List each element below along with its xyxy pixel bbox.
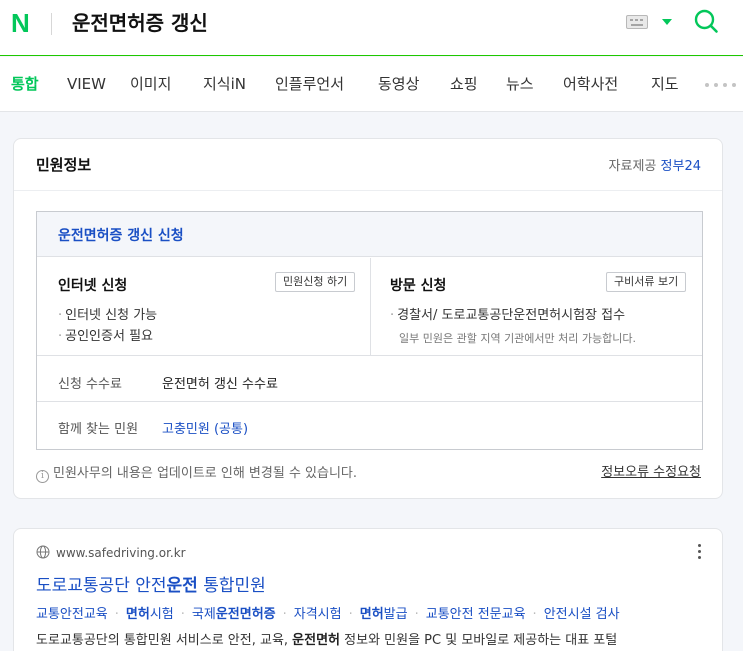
visit-apply-title: 방문 신청 [390,278,447,294]
separator-dot: · [180,607,185,622]
update-notice: i 민원사무의 내용은 업데이트로 인해 변경될 수 있습니다. [36,462,357,483]
logo-divider [51,13,52,35]
naver-logo[interactable]: N [11,10,30,36]
data-source: 자료제공 정부24 [609,155,701,174]
sitelink-license-issue[interactable]: 면허발급 [360,607,408,622]
internet-bullet-2: 공인인증서 필요 [58,325,153,344]
result-title-part: 통합민원 [197,576,266,596]
tab-map[interactable]: 지도 [651,74,679,94]
separator-dot: · [114,607,119,622]
visit-bullet-1: 경찰서/ 도로교통공단운전면허시험장 접수 [390,304,625,323]
application-title[interactable]: 운전면허증 갱신 신청 [58,225,184,245]
sitelinks: 교통안전교육 · 면허시험 · 국제운전면허증 · 자격시험 · 면허발급 · 교통안전 전문교육 ·… [36,603,620,622]
result-snippet: 도로교통공단의 통합민원 서비스로 안전, 교육, 운전면허 정보와 민원을 P… [36,629,617,648]
keyboard-icon[interactable] [626,15,648,29]
related-label: 함께 찾는 민원 [58,422,139,437]
more-options-icon[interactable] [698,544,702,559]
tab-video[interactable]: 동영상 [378,74,419,94]
search-query[interactable]: 운전면허증 갱신 [72,9,208,37]
tab-influencer[interactable]: 인플루언서 [275,74,344,94]
tab-shopping[interactable]: 쇼핑 [450,74,478,94]
caret-down-icon[interactable] [662,19,672,25]
result-site-url: www.safedriving.or.kr [56,546,186,560]
tab-dictionary[interactable]: 어학사전 [563,74,618,94]
fee-label: 신청 수수료 [58,377,122,392]
related-link[interactable]: 고충민원 (공통) [162,418,248,437]
result-title-part: 도로교통공단 안전 [36,576,167,596]
source-prefix: 자료제공 [608,159,657,174]
sitelink-traffic-education[interactable]: 교통안전교육 [36,607,108,622]
search-header: N 운전면허증 갱신 [0,0,743,56]
snippet-highlight: 운전면허 [292,633,341,648]
separator-dot: · [282,607,287,622]
apply-online-button[interactable]: 민원신청 하기 [275,272,356,292]
web-result-card: www.safedriving.or.kr 도로교통공단 안전운전 통합민원 교… [13,528,723,651]
info-icon: i [36,470,49,483]
separator-dot: · [348,607,353,622]
internet-bullet-1: 인터넷 신청 가능 [58,304,157,323]
search-icon[interactable] [693,8,719,34]
report-error-link[interactable]: 정보오류 수정요청 [601,461,701,480]
sitelink-qualification-exam[interactable]: 자격시험 [294,607,342,622]
tab-integrated[interactable]: 통합 [11,74,39,94]
sitelink-international-license[interactable]: 국제운전면허증 [192,607,276,622]
visit-note: 일부 민원은 관할 지역 기관에서만 처리 가능합니다. [399,332,636,345]
tab-view[interactable]: VIEW [67,74,106,94]
card-divider [14,190,722,191]
separator-dot: · [532,607,537,622]
internet-apply-title: 인터넷 신청 [58,278,128,294]
result-title-link[interactable]: 도로교통공단 안전운전 통합민원 [36,571,266,596]
update-notice-text: 민원사무의 내용은 업데이트로 인해 변경될 수 있습니다. [53,466,358,481]
search-tabs: 통합 VIEW 이미지 지식iN 인플루언서 동영상 쇼핑 뉴스 어학사전 지도 [0,57,743,112]
result-title-highlight: 운전 [166,576,198,596]
source-link[interactable]: 정부24 [661,159,701,174]
fee-value: 운전면허 갱신 수수료 [162,377,278,392]
tab-images[interactable]: 이미지 [130,74,171,94]
application-box-header: 운전면허증 갱신 신청 [37,212,702,257]
sitelink-license-exam[interactable]: 면허시험 [126,607,174,622]
more-tabs-icon[interactable] [705,83,736,87]
result-site[interactable]: www.safedriving.or.kr [36,545,186,560]
row-divider [37,401,702,402]
application-box: 운전면허증 갱신 신청 인터넷 신청 민원신청 하기 인터넷 신청 가능 공인인… [36,211,703,450]
required-docs-button[interactable]: 구비서류 보기 [606,272,687,292]
row-divider [37,355,702,356]
tab-news[interactable]: 뉴스 [506,74,534,94]
column-divider [370,258,371,355]
sitelink-expert-education[interactable]: 교통안전 전문교육 [426,607,526,622]
snippet-part: 정보와 민원을 PC 및 모바일로 제공하는 대표 포털 [340,633,618,648]
tab-kin[interactable]: 지식iN [203,74,246,94]
separator-dot: · [414,607,419,622]
civil-info-card: 민원정보 자료제공 정부24 운전면허증 갱신 신청 인터넷 신청 민원신청 하… [13,138,723,499]
globe-icon [36,545,50,559]
snippet-part: 도로교통공단의 통합민원 서비스로 안전, 교육, [36,633,293,648]
civil-info-title: 민원정보 [36,156,92,174]
sitelink-facility-inspection[interactable]: 안전시설 검사 [544,607,620,622]
